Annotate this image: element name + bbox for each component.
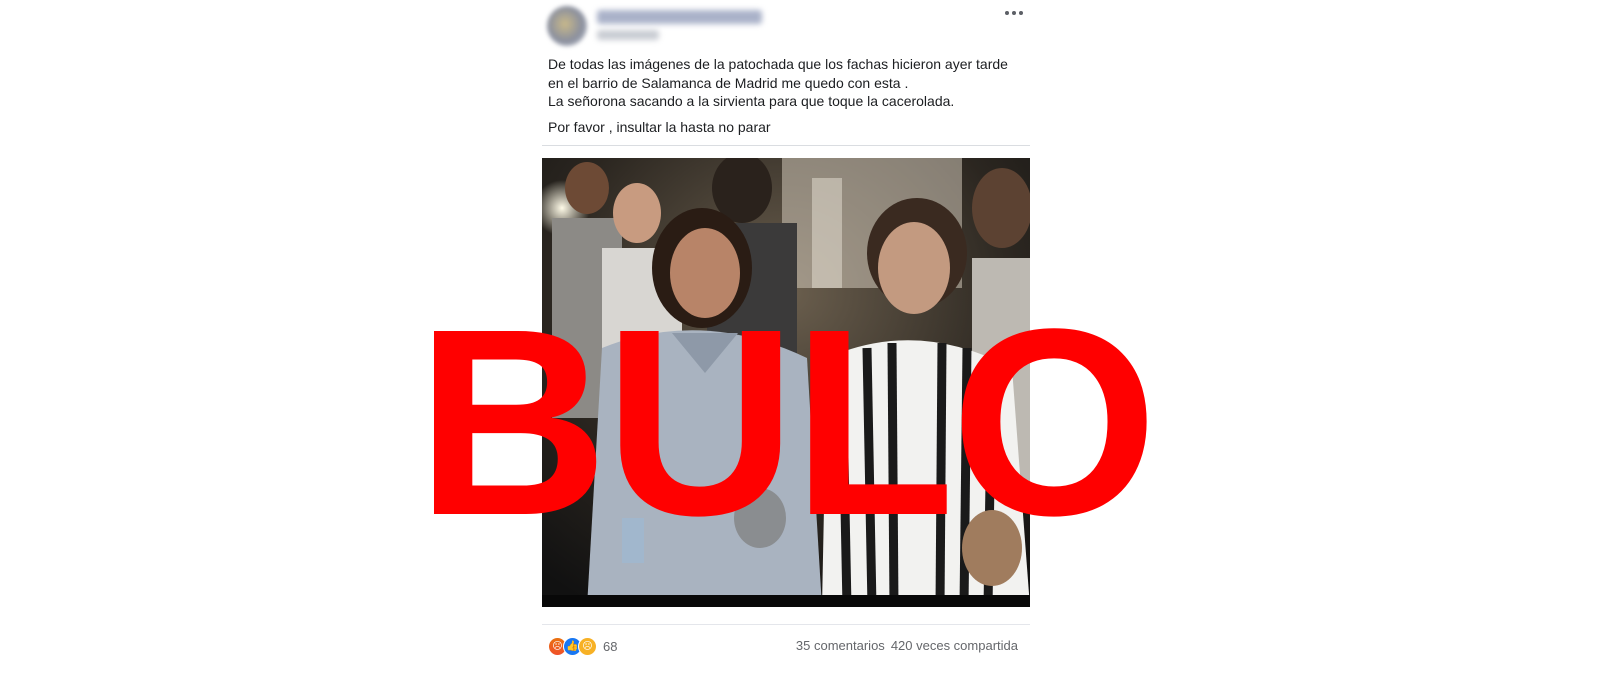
author-name-blurred[interactable] bbox=[597, 10, 762, 24]
hoax-stamp: BULO bbox=[416, 274, 1158, 571]
post-text: De todas las imágenes de la patochada qu… bbox=[548, 55, 1024, 136]
more-options-button[interactable] bbox=[1000, 4, 1028, 22]
reaction-count: 68 bbox=[603, 638, 618, 654]
post-stats: 35 comentarios 420 veces compartida bbox=[796, 638, 1018, 653]
divider bbox=[542, 145, 1030, 146]
comments-count-link[interactable]: 35 comentarios bbox=[796, 638, 885, 653]
more-dots-icon bbox=[1005, 11, 1009, 15]
post-timestamp-blurred[interactable] bbox=[597, 30, 659, 40]
post-text-line: en el barrio de Salamanca de Madrid me q… bbox=[548, 74, 909, 91]
post-text-line: Por favor , insultar la hasta no parar bbox=[548, 118, 771, 135]
shares-count-link[interactable]: 420 veces compartida bbox=[891, 638, 1018, 653]
post-text-line: La señorona sacando a la sirvienta para … bbox=[548, 93, 955, 109]
divider bbox=[542, 624, 1030, 625]
sad-reaction-icon: ☹ bbox=[578, 636, 597, 656]
reactions-summary[interactable]: ☹ 👍 ☹ 68 bbox=[548, 636, 618, 656]
post-text-line: De todas las imágenes de la patochada qu… bbox=[548, 56, 1008, 72]
author-avatar[interactable] bbox=[547, 6, 587, 46]
photo-bottom-bar bbox=[542, 595, 1030, 607]
